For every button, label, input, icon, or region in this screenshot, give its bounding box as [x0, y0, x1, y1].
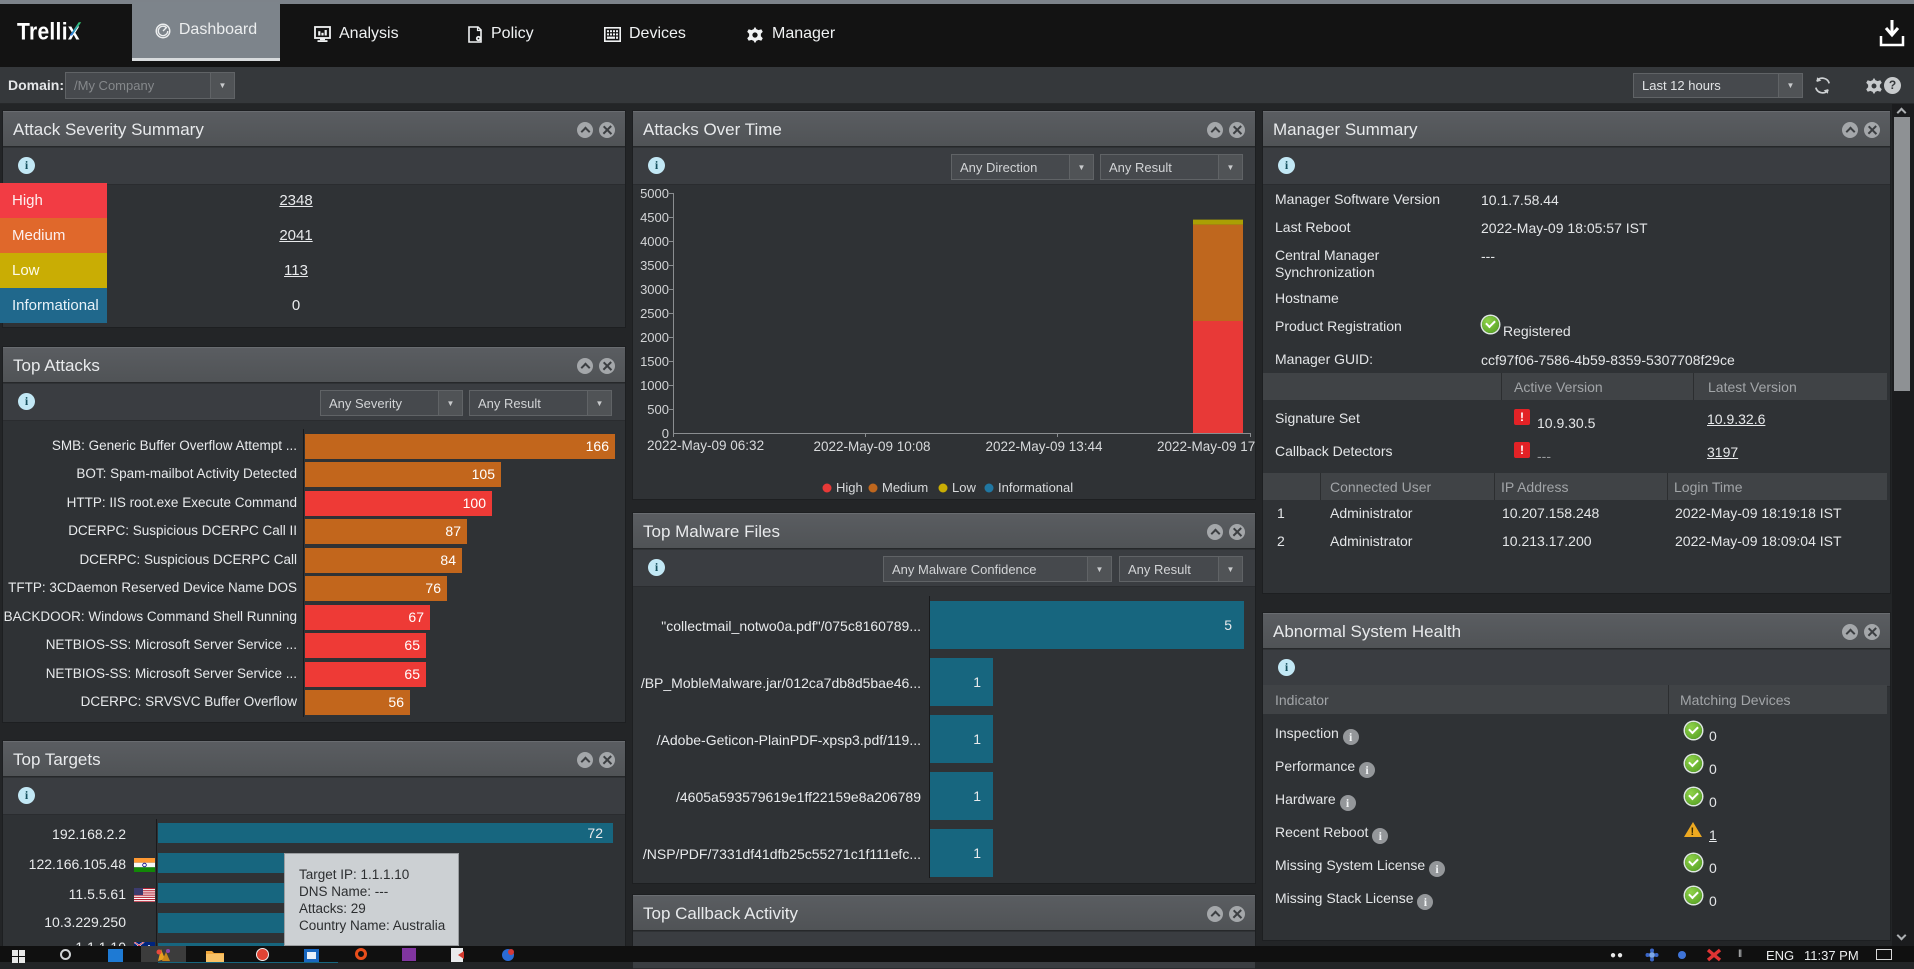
svg-text:2022-May-09 13:44: 2022-May-09 13:44: [985, 439, 1103, 454]
svg-text:500: 500: [647, 402, 669, 417]
svg-text:2500: 2500: [640, 306, 669, 321]
svg-text:4000: 4000: [640, 234, 669, 249]
svg-text:2000: 2000: [640, 330, 669, 345]
svg-text:5000: 5000: [640, 186, 669, 201]
svg-text:Informational: Informational: [998, 480, 1073, 495]
svg-text:2022-May-09 10:08: 2022-May-09 10:08: [813, 439, 930, 454]
svg-text:1000: 1000: [640, 378, 669, 393]
svg-text:1500: 1500: [640, 354, 669, 369]
svg-text:4500: 4500: [640, 210, 669, 225]
svg-text:3000: 3000: [640, 282, 669, 297]
svg-text:2022-May-09 17:20: 2022-May-09 17:20: [1157, 439, 1255, 454]
svg-text:2022-May-09 06:32: 2022-May-09 06:32: [647, 438, 764, 453]
svg-text:Low: Low: [952, 480, 976, 495]
svg-text:Medium: Medium: [882, 480, 928, 495]
svg-text:High: High: [836, 480, 863, 495]
svg-text:3500: 3500: [640, 258, 669, 273]
